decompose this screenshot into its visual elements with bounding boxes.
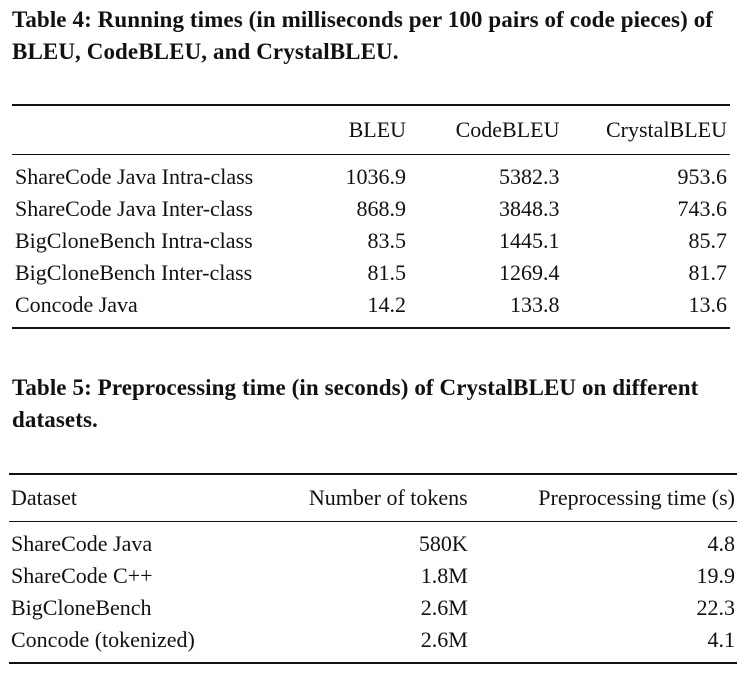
- table-row: ShareCode Java Intra-class 1036.9 5382.3…: [12, 155, 730, 194]
- table5-header-cell: Preprocessing time (s): [467, 474, 737, 522]
- table-row: Concode (tokenized) 2.6M 4.1: [9, 624, 737, 663]
- table-cell: 3848.3: [498, 196, 560, 221]
- table5: Dataset Number of tokens Preprocessing t…: [9, 473, 737, 664]
- table-cell: ShareCode Java Inter-class: [15, 196, 253, 221]
- table-cell: ShareCode Java Intra-class: [15, 164, 254, 189]
- table-cell: Concode (tokenized): [11, 627, 195, 652]
- table5-caption: Table 5: Preprocessing time (in seconds)…: [12, 375, 699, 432]
- table4-header-cell: CrystalBLEU: [559, 105, 730, 155]
- table-cell: 1445.1: [498, 228, 560, 253]
- table-cell: 81.5: [367, 260, 407, 285]
- table-cell: 4.8: [707, 531, 736, 556]
- table4: BLEU CodeBLEU CrystalBLEU ShareCode Java…: [12, 104, 730, 329]
- table-row: Concode Java 14.2 133.8 13.6: [12, 289, 730, 328]
- table-cell: BigCloneBench: [11, 595, 152, 620]
- table-cell: ShareCode C++: [11, 563, 153, 588]
- table-row: ShareCode Java 580K 4.8: [9, 522, 737, 561]
- table-cell: 1036.9: [345, 164, 407, 189]
- table4-header-cell: [12, 105, 335, 155]
- table-cell: 81.7: [688, 260, 728, 285]
- table-cell: BigCloneBench Intra-class: [15, 228, 253, 253]
- table-cell: 953.6: [677, 164, 728, 189]
- table-cell: 133.8: [509, 292, 560, 317]
- table-cell: Concode Java: [15, 292, 138, 317]
- table4-header-cell: CodeBLEU: [406, 105, 560, 155]
- table4-header-cell: BLEU: [334, 105, 407, 155]
- table-cell: 1.8M: [420, 563, 468, 588]
- table-cell: 85.7: [688, 228, 728, 253]
- table-cell: 22.3: [696, 595, 736, 620]
- table-cell: 743.6: [677, 196, 728, 221]
- table-cell: 1269.4: [498, 260, 560, 285]
- table-cell: 868.9: [356, 196, 407, 221]
- table5-header-cell: Number of tokens: [246, 474, 468, 522]
- table4-caption: Table 4: Running times (in milliseconds …: [12, 7, 714, 64]
- table-cell: 13.6: [688, 292, 728, 317]
- table-cell: 83.5: [367, 228, 407, 253]
- table-cell: 14.2: [367, 292, 407, 317]
- table4-header-row: BLEU CodeBLEU CrystalBLEU: [12, 105, 730, 155]
- table-cell: 580K: [418, 531, 468, 556]
- table5-header-row: Dataset Number of tokens Preprocessing t…: [9, 474, 737, 522]
- table-row: ShareCode C++ 1.8M 19.9: [9, 560, 737, 592]
- table-row: BigCloneBench 2.6M 22.3: [9, 592, 737, 624]
- table-row: BigCloneBench Intra-class 83.5 1445.1 85…: [12, 225, 730, 257]
- table-row: ShareCode Java Inter-class 868.9 3848.3 …: [12, 193, 730, 225]
- table-cell: 19.9: [696, 563, 736, 588]
- table-cell: 2.6M: [420, 595, 468, 620]
- table-cell: 4.1: [707, 627, 736, 652]
- table-cell: 5382.3: [498, 164, 560, 189]
- table-cell: BigCloneBench Inter-class: [15, 260, 253, 285]
- table-cell: 2.6M: [420, 627, 468, 652]
- table5-header-cell: Dataset: [9, 474, 247, 522]
- table-row: BigCloneBench Inter-class 81.5 1269.4 81…: [12, 257, 730, 289]
- table-cell: ShareCode Java: [11, 531, 153, 556]
